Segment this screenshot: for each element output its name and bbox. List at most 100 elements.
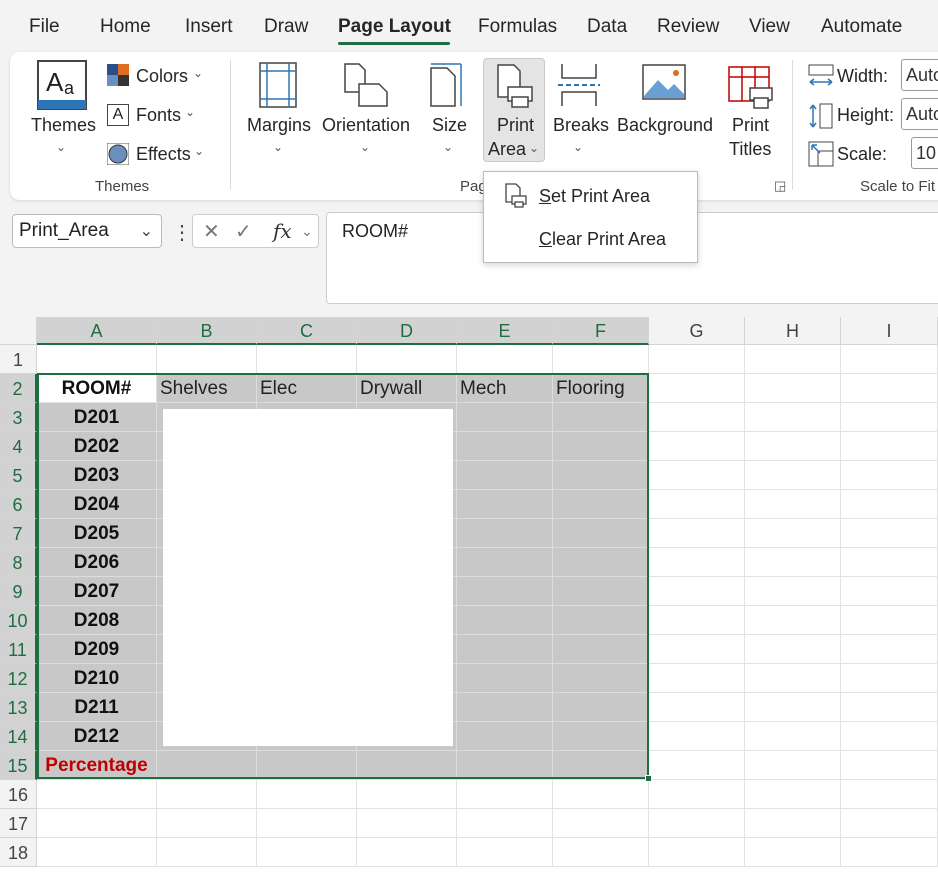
tab-formulas[interactable]: Formulas: [478, 16, 557, 38]
cell[interactable]: [553, 635, 649, 664]
row-header-12[interactable]: 12: [0, 664, 37, 693]
cell[interactable]: [553, 722, 649, 751]
row-header-5[interactable]: 5: [0, 461, 37, 490]
chevron-down-icon[interactable]: ⌄: [140, 221, 153, 241]
column-header-b[interactable]: B: [157, 317, 257, 345]
insert-function-icon[interactable]: fx: [273, 219, 292, 243]
cell[interactable]: [553, 548, 649, 577]
tab-view[interactable]: View: [749, 16, 790, 38]
tab-file[interactable]: File: [29, 16, 60, 38]
cell[interactable]: [553, 519, 649, 548]
cell[interactable]: [745, 432, 841, 461]
header-cell-elec[interactable]: Elec: [257, 374, 357, 403]
tab-insert[interactable]: Insert: [185, 16, 233, 38]
cell[interactable]: [553, 838, 649, 867]
header-cell-drywall[interactable]: Drywall: [357, 374, 457, 403]
cell[interactable]: [157, 838, 257, 867]
cell[interactable]: [457, 403, 553, 432]
cell[interactable]: [457, 577, 553, 606]
row-header-10[interactable]: 10: [0, 606, 37, 635]
cell[interactable]: [649, 635, 745, 664]
cell[interactable]: [649, 519, 745, 548]
cell[interactable]: [457, 461, 553, 490]
cell[interactable]: [457, 751, 553, 780]
dialog-launcher-icon[interactable]: ◲: [774, 178, 786, 194]
row-header-6[interactable]: 6: [0, 490, 37, 519]
cell[interactable]: [457, 345, 553, 374]
cell[interactable]: [553, 693, 649, 722]
cell[interactable]: [745, 809, 841, 838]
cell[interactable]: [157, 751, 257, 780]
row-header-1[interactable]: 1: [0, 345, 37, 374]
cell[interactable]: [841, 461, 938, 490]
cell[interactable]: [649, 722, 745, 751]
room-cell[interactable]: D205: [37, 519, 157, 548]
row-header-17[interactable]: 17: [0, 809, 37, 838]
cancel-icon[interactable]: ✕: [203, 219, 220, 244]
room-cell[interactable]: D207: [37, 577, 157, 606]
cell[interactable]: [553, 751, 649, 780]
row-header-15[interactable]: 15: [0, 751, 37, 780]
row-header-9[interactable]: 9: [0, 577, 37, 606]
select-all-corner[interactable]: [0, 317, 37, 345]
chevron-down-icon[interactable]: ⌄: [301, 223, 313, 240]
cell[interactable]: [37, 809, 157, 838]
header-cell-flooring[interactable]: Flooring: [553, 374, 649, 403]
cell[interactable]: [745, 403, 841, 432]
cell[interactable]: [357, 780, 457, 809]
header-cell-mech[interactable]: Mech: [457, 374, 553, 403]
cell[interactable]: [649, 693, 745, 722]
cell[interactable]: [357, 838, 457, 867]
room-cell[interactable]: D208: [37, 606, 157, 635]
room-cell[interactable]: D204: [37, 490, 157, 519]
cell[interactable]: [457, 838, 553, 867]
row-header-13[interactable]: 13: [0, 693, 37, 722]
header-cell-shelves[interactable]: Shelves: [157, 374, 257, 403]
row-header-7[interactable]: 7: [0, 519, 37, 548]
cell[interactable]: [745, 548, 841, 577]
cell[interactable]: [649, 461, 745, 490]
cell[interactable]: [841, 345, 938, 374]
cell[interactable]: [649, 751, 745, 780]
cell[interactable]: [841, 490, 938, 519]
row-header-2[interactable]: 2: [0, 374, 37, 403]
cell[interactable]: [841, 606, 938, 635]
cell[interactable]: [745, 606, 841, 635]
cell[interactable]: [745, 693, 841, 722]
room-cell[interactable]: D212: [37, 722, 157, 751]
row-header-14[interactable]: 14: [0, 722, 37, 751]
cell[interactable]: [553, 809, 649, 838]
cell[interactable]: [553, 577, 649, 606]
row-header-11[interactable]: 11: [0, 635, 37, 664]
cell[interactable]: [457, 432, 553, 461]
cell[interactable]: [649, 374, 745, 403]
cell[interactable]: [357, 809, 457, 838]
cell[interactable]: [745, 374, 841, 403]
column-header-d[interactable]: D: [357, 317, 457, 345]
set-print-area-item[interactable]: Set Print Area: [539, 186, 650, 207]
cell[interactable]: [457, 548, 553, 577]
cell[interactable]: [553, 664, 649, 693]
cell[interactable]: [37, 345, 157, 374]
cell[interactable]: [157, 345, 257, 374]
tab-review[interactable]: Review: [657, 16, 719, 38]
cell[interactable]: [553, 490, 649, 519]
cell[interactable]: [37, 838, 157, 867]
percentage-cell[interactable]: Percentage: [37, 751, 157, 780]
room-cell[interactable]: D201: [37, 403, 157, 432]
column-header-g[interactable]: G: [649, 317, 745, 345]
cell[interactable]: [457, 693, 553, 722]
cell[interactable]: [745, 635, 841, 664]
cell[interactable]: [841, 693, 938, 722]
cell[interactable]: [457, 664, 553, 693]
cell[interactable]: [257, 809, 357, 838]
cell[interactable]: [745, 345, 841, 374]
cell[interactable]: [745, 577, 841, 606]
cell[interactable]: [649, 403, 745, 432]
row-header-8[interactable]: 8: [0, 548, 37, 577]
cell[interactable]: [649, 490, 745, 519]
width-field[interactable]: Auto: [901, 59, 938, 91]
cell[interactable]: [157, 780, 257, 809]
enter-icon[interactable]: ✓: [235, 219, 252, 244]
column-header-a[interactable]: A: [37, 317, 157, 345]
